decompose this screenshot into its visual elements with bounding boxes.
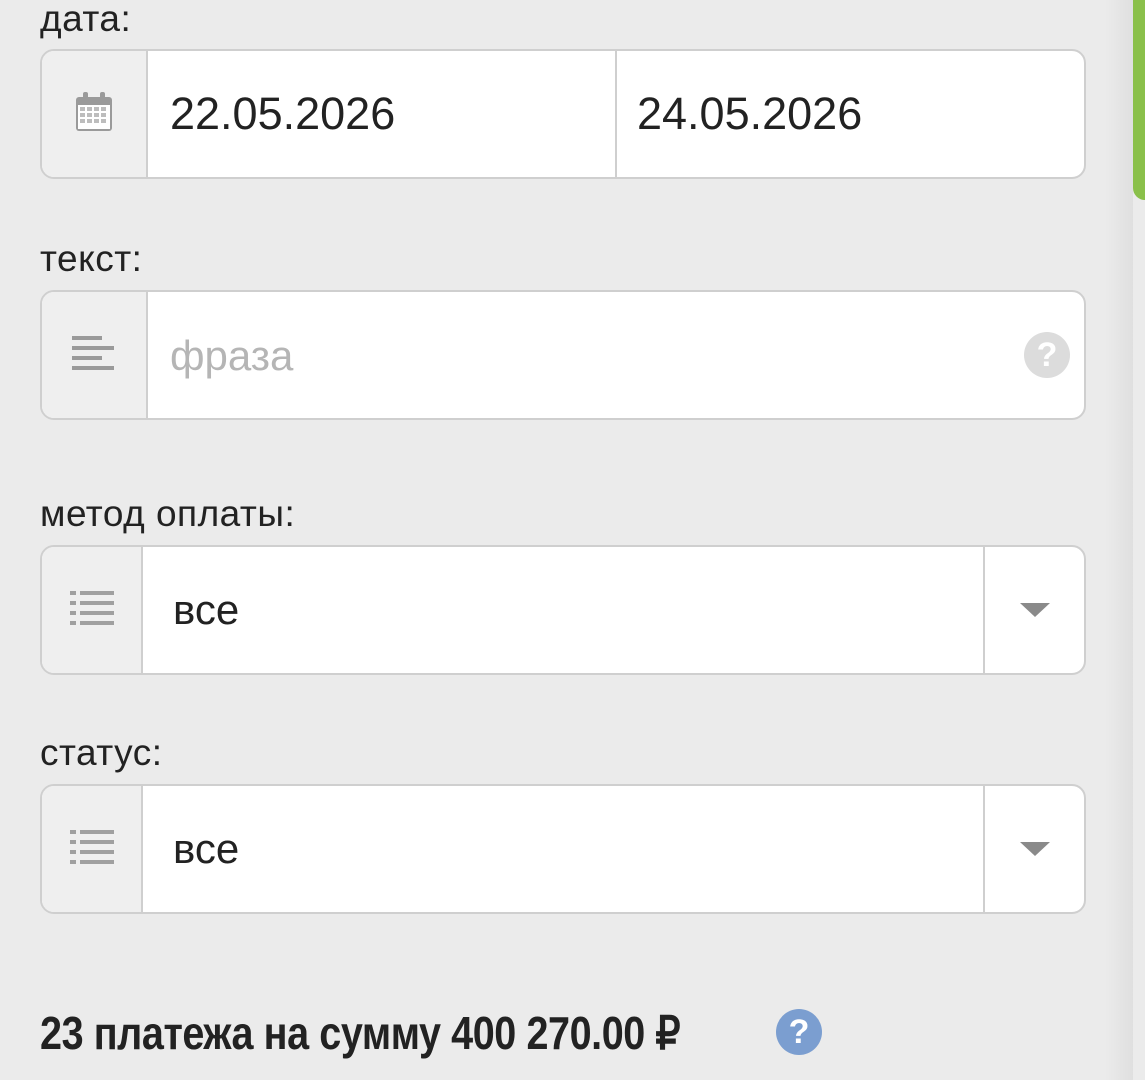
question-icon[interactable]: ? bbox=[776, 1009, 822, 1055]
date-range-field: 22.05.2026 24.05.2026 bbox=[40, 49, 1086, 179]
align-left-icon bbox=[72, 335, 116, 375]
payments-summary: 23 платежа на сумму 400 270.00 ₽ ? bbox=[40, 1006, 822, 1060]
status-addon bbox=[42, 786, 143, 912]
payments-summary-text: 23 платежа на сумму 400 270.00 ₽ bbox=[40, 1007, 681, 1059]
question-icon[interactable]: ? bbox=[1024, 332, 1070, 378]
payment-method-label: метод оплаты: bbox=[40, 493, 296, 534]
text-label: текст: bbox=[40, 238, 143, 279]
payment-method-select[interactable]: все bbox=[40, 545, 1086, 675]
date-from-input[interactable]: 22.05.2026 bbox=[148, 51, 617, 177]
chevron-down-icon bbox=[1019, 842, 1050, 856]
text-addon bbox=[42, 292, 148, 418]
payment-method-value: все bbox=[173, 586, 240, 633]
chevron-down-icon bbox=[1019, 603, 1050, 617]
date-to-input[interactable]: 24.05.2026 bbox=[617, 51, 1084, 177]
scroll-edge-shade bbox=[1105, 0, 1133, 1080]
search-phrase-input[interactable] bbox=[148, 292, 1024, 418]
date-from-value: 22.05.2026 bbox=[170, 88, 396, 139]
status-select[interactable]: все bbox=[40, 784, 1086, 914]
date-addon[interactable] bbox=[42, 51, 148, 177]
calendar-icon bbox=[74, 91, 114, 138]
text-field: ? bbox=[40, 290, 1086, 420]
list-icon bbox=[69, 829, 114, 869]
status-value: все bbox=[173, 825, 240, 872]
payment-method-addon bbox=[42, 547, 143, 673]
side-panel-tab[interactable] bbox=[1133, 0, 1145, 200]
status-label: статус: bbox=[40, 732, 163, 773]
date-to-value: 24.05.2026 bbox=[637, 88, 863, 139]
payment-method-dropdown-button[interactable] bbox=[983, 547, 1084, 673]
list-icon bbox=[69, 590, 114, 630]
status-dropdown-button[interactable] bbox=[983, 786, 1084, 912]
date-label: дата: bbox=[40, 0, 132, 39]
